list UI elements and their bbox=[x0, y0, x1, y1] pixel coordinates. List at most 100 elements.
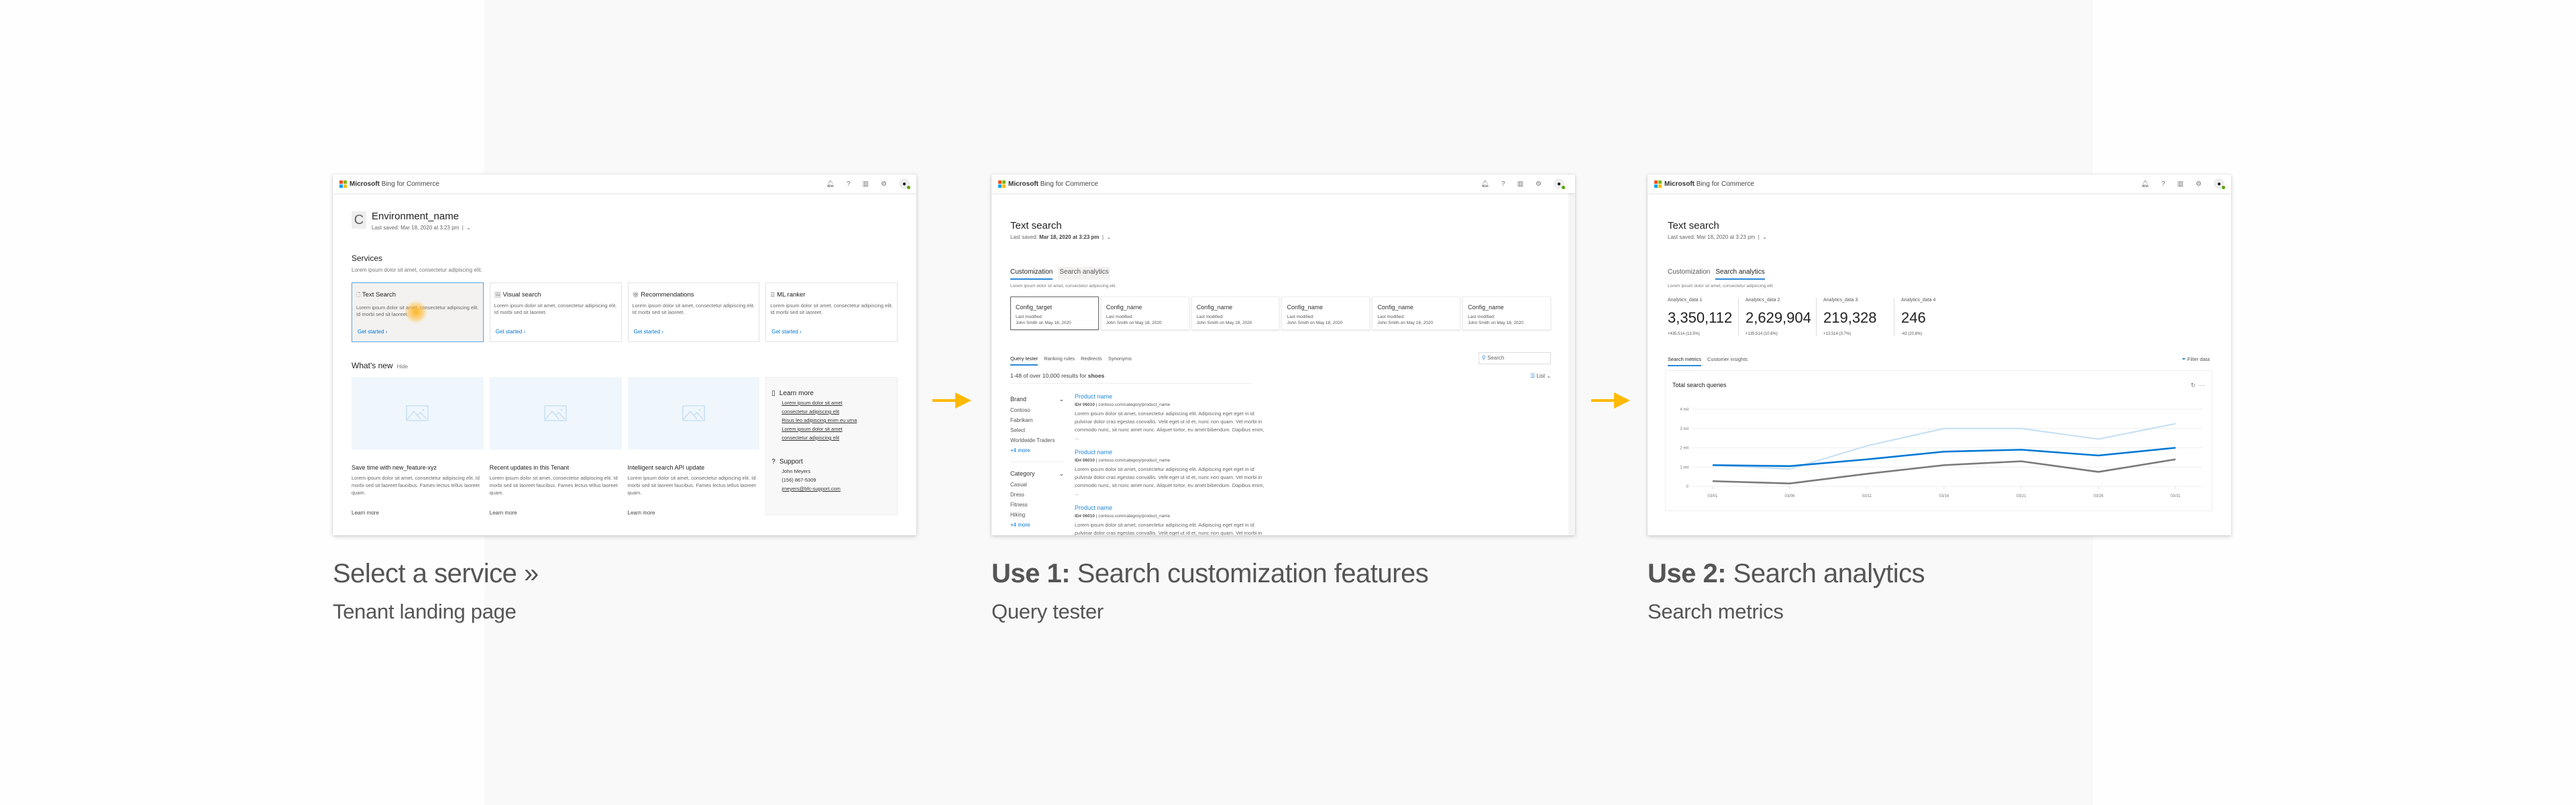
bell-icon[interactable]: 🔔︎ bbox=[2141, 180, 2149, 188]
page-title: Text search bbox=[1010, 220, 1062, 231]
help-icon[interactable]: ? bbox=[2161, 180, 2165, 188]
learn-more-link[interactable]: Learn more bbox=[490, 510, 622, 516]
service-card[interactable]: 🗋 Text Search Lorem ipsum dolor sit amet,… bbox=[352, 282, 484, 342]
logo-square bbox=[339, 184, 343, 188]
line-series-gray bbox=[1712, 458, 2176, 484]
learn-more-link[interactable]: Learn more bbox=[352, 510, 484, 516]
tab-synonyms[interactable]: Synonyms bbox=[1108, 356, 1132, 366]
user-avatar[interactable]: ● bbox=[899, 178, 910, 189]
facet-header[interactable]: Category ⌄ bbox=[1010, 462, 1064, 478]
gear-icon[interactable]: ⚙ bbox=[2196, 180, 2202, 188]
learn-more-link[interactable]: Learn more bbox=[628, 510, 760, 516]
learn-more-link[interactable]: Risus leo adipiscing enim eu urna bbox=[782, 417, 892, 423]
news-card: Save time with new_feature-xyz Lorem ipsu… bbox=[352, 377, 484, 516]
facet-item[interactable]: Worldwide Traders bbox=[1010, 437, 1064, 443]
facet-item[interactable]: Contoso bbox=[1010, 407, 1064, 413]
kpi-label: Analytics_data 4 bbox=[1901, 298, 1936, 303]
tab-search-analytics[interactable]: Search analytics bbox=[1058, 267, 1110, 280]
view-toggle[interactable]: ☰ List ⌄ bbox=[1530, 373, 1551, 379]
facet-header[interactable]: Brand ⌄ bbox=[1010, 396, 1064, 403]
help-icon[interactable]: ? bbox=[847, 180, 851, 188]
book-icon[interactable]: ▥ bbox=[2178, 180, 2184, 188]
service-card[interactable]: ☰ ML ranker Lorem ipsum dolor sit amet, c… bbox=[765, 282, 898, 342]
filter-data-button[interactable]: ⏷ Filter data bbox=[2182, 356, 2210, 363]
chevron-down-icon[interactable]: ⌄ bbox=[1059, 470, 1064, 478]
kpi-tile: Analytics_data 4 246 -43 (20.8%) bbox=[1901, 298, 1972, 336]
help-icon[interactable]: ? bbox=[1501, 180, 1505, 188]
news-title: Recent updates in this Tenant bbox=[489, 464, 570, 471]
hide-button[interactable]: Hide bbox=[397, 364, 408, 370]
tab-customer-insights[interactable]: Customer insights bbox=[1707, 356, 1748, 366]
logo-square bbox=[998, 180, 1002, 184]
facet-more-link[interactable]: +4 more bbox=[1010, 447, 1064, 453]
service-description: Lorem ipsum dolor sit amet, consectetur … bbox=[770, 303, 893, 315]
facet-item[interactable]: Fitness bbox=[1010, 502, 1064, 508]
learn-more-link[interactable]: consectetur adipiscing elit bbox=[782, 435, 892, 441]
product-name-link[interactable]: Product name bbox=[1075, 449, 1269, 455]
facet-item[interactable]: Hiking bbox=[1010, 512, 1064, 518]
chart-title: Total search queries bbox=[1672, 382, 1727, 388]
tab-ranking-rules[interactable]: Ranking rules bbox=[1044, 356, 1075, 366]
facet-item[interactable]: Fabrikam bbox=[1010, 417, 1064, 423]
service-card[interactable]: 🖼 Visual search Lorem ipsum dolor sit ame… bbox=[489, 282, 622, 342]
environment-name: Environment_name bbox=[372, 211, 460, 222]
chevron-down-icon[interactable]: ⌄ bbox=[1107, 234, 1112, 240]
get-started-link[interactable]: Get started › bbox=[634, 329, 663, 335]
last-saved: Last saved: Mar 18, 2020 at 3:23 pm | ⌄ bbox=[1010, 234, 1112, 240]
config-card[interactable]: Config_name Last modified: John Smith on M… bbox=[1191, 297, 1280, 330]
tab-customization[interactable]: Customization bbox=[1668, 268, 1710, 280]
tab-search-metrics[interactable]: Search metrics bbox=[1668, 356, 1702, 366]
chevron-down-icon[interactable]: ⌄ bbox=[1059, 396, 1064, 403]
y-tick-label: 3 mil bbox=[1680, 427, 1688, 431]
search-input[interactable]: ⚲ Search bbox=[1479, 352, 1551, 364]
service-card[interactable]: 🎁︎ Recommendations Lorem ipsum dolor sit … bbox=[627, 282, 760, 342]
bell-icon[interactable]: 🔔︎ bbox=[1481, 180, 1489, 188]
scrollbar[interactable] bbox=[1568, 193, 1575, 535]
gift-icon: 🎁︎ bbox=[632, 292, 639, 298]
facet-more-link[interactable]: +4 more bbox=[1010, 522, 1064, 528]
facet-item[interactable]: Dress bbox=[1010, 492, 1064, 498]
bell-icon[interactable]: 🔔︎ bbox=[826, 180, 835, 188]
tab-redirects[interactable]: Redirects bbox=[1081, 356, 1102, 366]
news-title: Intelligent search API update bbox=[627, 464, 705, 471]
facet-item[interactable]: Casual bbox=[1010, 482, 1064, 488]
user-avatar[interactable]: ● bbox=[2214, 178, 2225, 189]
chevron-down-icon[interactable]: ⌄ bbox=[1762, 234, 1767, 240]
config-card[interactable]: Config_name Last modified: John Smith on M… bbox=[1100, 297, 1189, 330]
top-bar: Microsoft Bing for Commerce 🔔︎ ? ▥ ⚙ ● bbox=[991, 174, 1575, 193]
news-card: Recent updates in this Tenant Lorem ipsum… bbox=[489, 377, 622, 516]
result-meta: ID# 06010 | contoso.com/category/product… bbox=[1075, 514, 1171, 519]
chevron-right-icon: › bbox=[660, 329, 663, 335]
get-started-link[interactable]: Get started › bbox=[358, 329, 387, 335]
support-email-link[interactable]: jmeyers@bfc-support.com bbox=[782, 486, 892, 492]
product-name-link[interactable]: Product name bbox=[1075, 393, 1269, 400]
config-name: Config_name bbox=[1287, 304, 1324, 311]
tab-query-tester[interactable]: Query tester bbox=[1010, 356, 1038, 366]
facet-item[interactable]: Select bbox=[1010, 427, 1064, 433]
config-card[interactable]: Config_target Last modified: John Smith on… bbox=[1010, 297, 1099, 330]
chevron-down-icon[interactable]: ⌄ bbox=[466, 225, 471, 231]
config-card[interactable]: Config_name Last modified: John Smith on M… bbox=[1462, 297, 1551, 330]
learn-more-link[interactable]: Lorem ipsum dolor sit amet bbox=[782, 400, 892, 406]
book-icon[interactable]: ▥ bbox=[1517, 180, 1523, 188]
result-description: Lorem ipsum dolor sit amet, consectetur … bbox=[1075, 466, 1265, 496]
learn-more-link[interactable]: consectetur adipiscing elit bbox=[782, 409, 892, 415]
learn-more-link[interactable]: Lorem ipsum dolor sit amet bbox=[782, 426, 892, 432]
user-avatar[interactable]: ● bbox=[1554, 178, 1565, 189]
service-description: Lorem ipsum dolor sit amet, consectetur … bbox=[494, 303, 617, 315]
tab-search-analytics[interactable]: Search analytics bbox=[1715, 268, 1765, 280]
get-started-link[interactable]: Get started › bbox=[771, 329, 801, 335]
kpi-label: Analytics_data 2 bbox=[1746, 298, 1780, 303]
brand-name: Microsoft Bing for Commerce bbox=[1008, 180, 1098, 188]
refresh-icon[interactable]: ↻ bbox=[2190, 382, 2196, 388]
y-tick-label: 1 mil bbox=[1680, 466, 1688, 470]
config-card[interactable]: Config_name Last modified: John Smith on M… bbox=[1372, 297, 1461, 330]
product-name-link[interactable]: Product name bbox=[1075, 504, 1269, 511]
book-icon[interactable]: ▥ bbox=[863, 180, 869, 188]
gear-icon[interactable]: ⚙ bbox=[1536, 180, 1542, 188]
tab-customization[interactable]: Customization bbox=[1010, 268, 1053, 280]
get-started-link[interactable]: Get started › bbox=[496, 329, 525, 335]
gear-icon[interactable]: ⚙ bbox=[881, 180, 887, 188]
more-options-icon[interactable]: ··· bbox=[2199, 382, 2205, 388]
config-card[interactable]: Config_name Last modified: John Smith on M… bbox=[1281, 297, 1371, 330]
